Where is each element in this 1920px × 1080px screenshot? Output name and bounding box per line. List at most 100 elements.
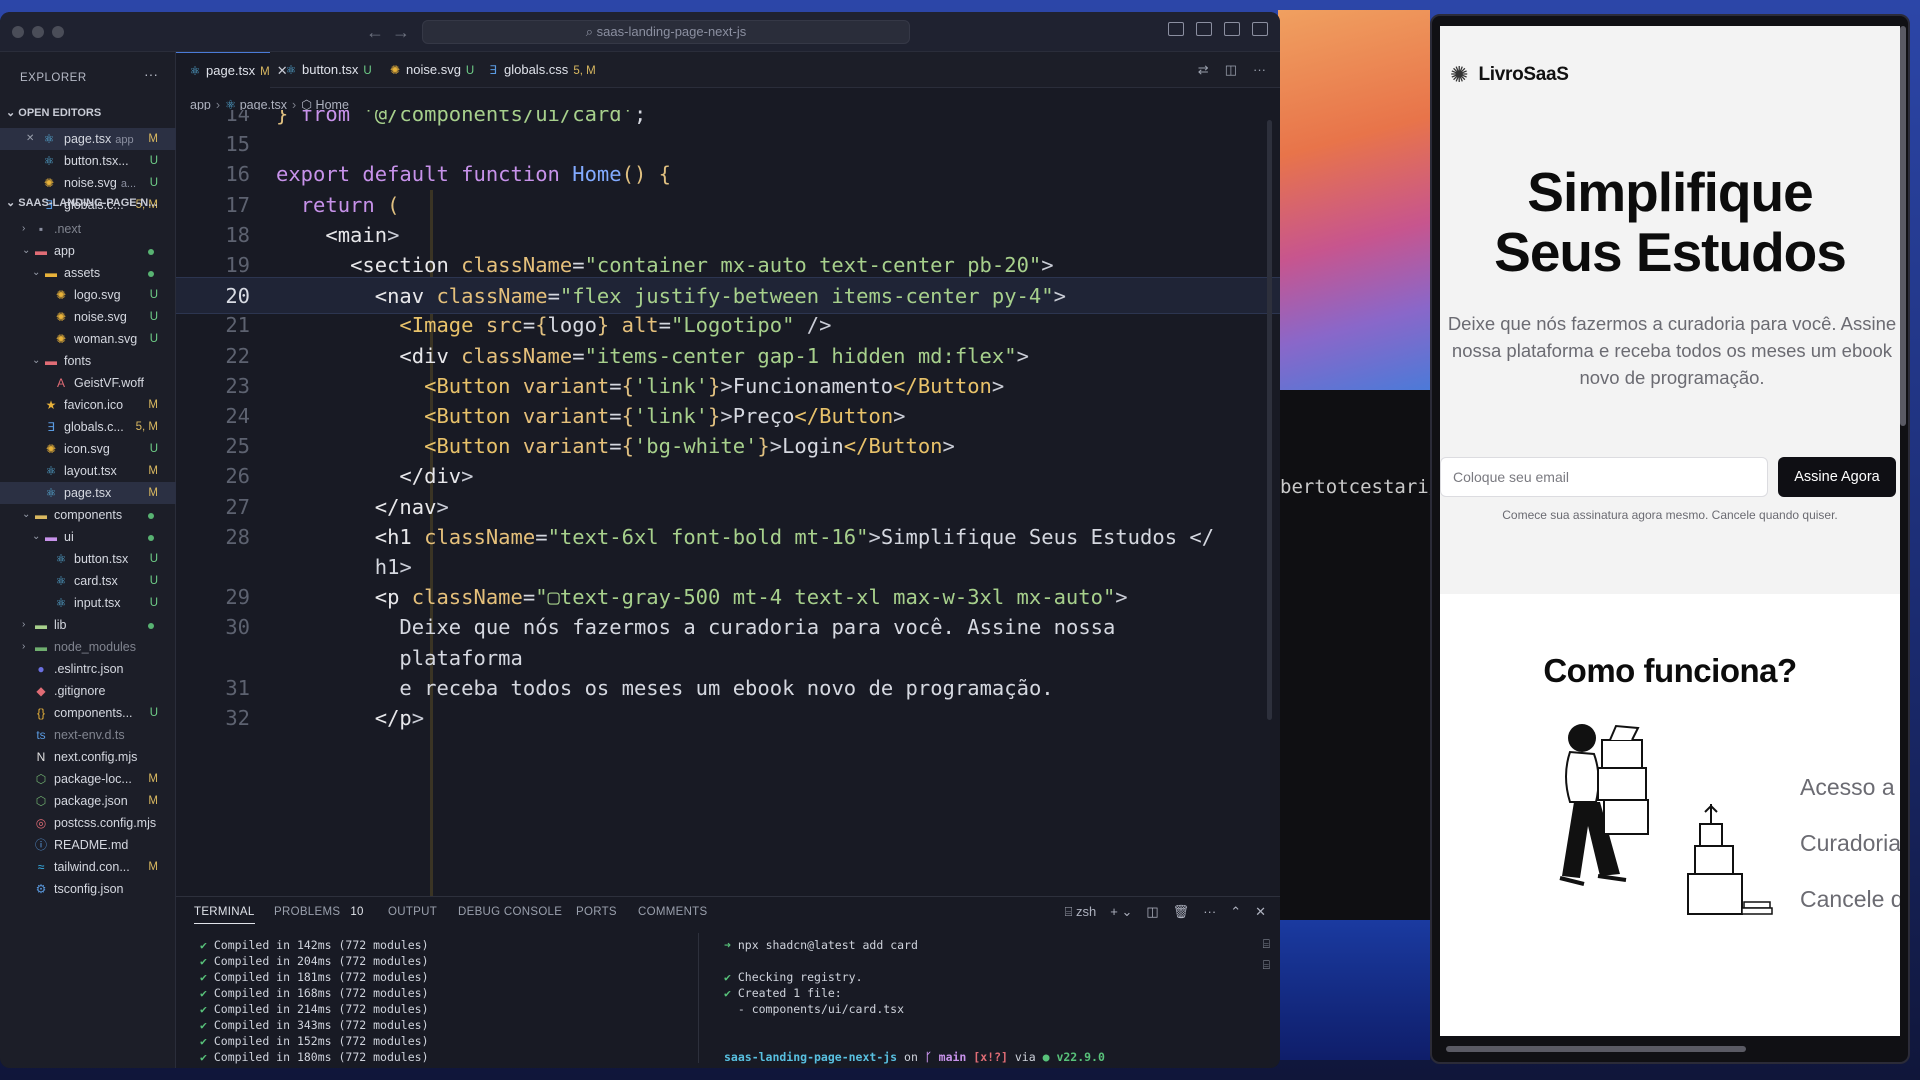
- editor-tab[interactable]: ✺ noise.svg U: [376, 52, 476, 88]
- code-line[interactable]: 32 </p>: [176, 700, 1280, 737]
- code-editor[interactable]: 14} from '@/components/ui/card'; 15 16 expo…: [176, 110, 1280, 896]
- tab-comments[interactable]: COMMENTS: [638, 906, 707, 918]
- file-icon: ✺: [55, 288, 67, 302]
- editor-scrollbar[interactable]: [1267, 120, 1272, 720]
- more-actions-icon[interactable]: ···: [144, 66, 158, 82]
- more-tab-actions-icon[interactable]: ···: [1253, 62, 1266, 78]
- file-item[interactable]: {} components... U: [0, 702, 176, 724]
- toggle-secondary-sidebar-icon[interactable]: [1224, 22, 1240, 36]
- browser-vertical-scrollbar[interactable]: [1900, 26, 1906, 426]
- folder-item[interactable]: ⌄ ▬ fonts: [0, 350, 176, 372]
- file-item[interactable]: ⚛ input.tsx U: [0, 592, 176, 614]
- chevron-down-icon: ⌄: [32, 267, 41, 278]
- file-item[interactable]: ● .eslintrc.json: [0, 658, 176, 680]
- file-item[interactable]: ◆ .gitignore: [0, 680, 176, 702]
- editor-tab[interactable]: ∃ globals.css 5, M: [474, 52, 604, 88]
- file-icon: ⬡: [35, 772, 47, 786]
- editor-tab[interactable]: ⚛ button.tsx U: [272, 52, 372, 88]
- terminal-instance-icon[interactable]: ⌸: [1263, 958, 1270, 973]
- folder-item[interactable]: ⌄ ▬ ui: [0, 526, 176, 548]
- compare-changes-icon[interactable]: ⇄: [1198, 62, 1209, 78]
- logo[interactable]: ✺ LivroSaaS: [1450, 62, 1569, 88]
- open-editor-item[interactable]: ✺ noise.svg a... U: [0, 172, 176, 194]
- tab-debug-console[interactable]: DEBUG CONSOLE: [458, 906, 562, 918]
- terminal-instance-icon[interactable]: ⌸: [1263, 937, 1270, 952]
- folder-item[interactable]: › ▬ node_modules: [0, 636, 176, 658]
- file-name: logo.svg: [74, 288, 121, 302]
- file-item[interactable]: ⚛ page.tsx M: [0, 482, 176, 504]
- toggle-sidebar-icon[interactable]: [1168, 22, 1184, 36]
- file-item[interactable]: ∃ globals.c... 5, M: [0, 416, 176, 438]
- subscribe-button[interactable]: Assine Agora: [1778, 457, 1896, 497]
- file-item[interactable]: ✺ noise.svg U: [0, 306, 176, 328]
- tab-ports[interactable]: PORTS: [576, 906, 617, 918]
- tab-terminal[interactable]: TERMINAL: [194, 906, 255, 924]
- close-window-button[interactable]: [12, 26, 24, 38]
- file-icon: ∃: [489, 63, 497, 77]
- folder-item[interactable]: ⌄ ▬ app: [0, 240, 176, 262]
- folder-item[interactable]: › ▪ .next: [0, 218, 176, 240]
- file-item[interactable]: ✺ icon.svg U: [0, 438, 176, 460]
- hero-section: ✺ LivroSaaS Simplifique Seus Estudos Dei…: [1440, 26, 1900, 594]
- open-editor-item[interactable]: ✕ ⚛ page.tsx app M: [0, 128, 176, 150]
- file-name: icon.svg: [64, 442, 110, 456]
- maximize-window-button[interactable]: [52, 26, 64, 38]
- split-terminal-icon[interactable]: ◫: [1146, 904, 1158, 920]
- minimize-window-button[interactable]: [32, 26, 44, 38]
- section-title: Como funciona?: [1543, 652, 1797, 689]
- file-item[interactable]: ◎ postcss.config.mjs: [0, 812, 176, 834]
- close-icon[interactable]: ✕: [26, 128, 36, 150]
- file-item[interactable]: ⚛ card.tsx U: [0, 570, 176, 592]
- folder-item[interactable]: › ▬ lib: [0, 614, 176, 636]
- compiled-line: ✔ Compiled in 142ms (772 modules): [200, 938, 429, 952]
- split-editor-icon[interactable]: ◫: [1225, 62, 1237, 78]
- file-item[interactable]: ✺ logo.svg U: [0, 284, 176, 306]
- open-editor-item[interactable]: ⚛ button.tsx... U: [0, 150, 176, 172]
- more-icon[interactable]: ···: [1203, 904, 1216, 920]
- tab-output[interactable]: OUTPUT: [388, 906, 437, 918]
- email-field[interactable]: [1440, 457, 1768, 497]
- file-item[interactable]: ⚛ layout.tsx M: [0, 460, 176, 482]
- terminal-output-left[interactable]: ✔ Compiled in 142ms (772 modules) ✔ Compi…: [200, 937, 429, 1068]
- explorer-sidebar: EXPLORER ··· ⌄ OPEN EDITORS ✕ ⚛ page.tsx ap…: [0, 52, 176, 1068]
- file-item[interactable]: A GeistVF.woff: [0, 372, 176, 394]
- file-item[interactable]: ⬡ package-loc... M: [0, 768, 176, 790]
- title-bar: ← → ⌕ saas-landing-page-next-js: [0, 12, 1280, 52]
- file-item[interactable]: ≈ tailwind.con... M: [0, 856, 176, 878]
- file-item[interactable]: ⚛ button.tsx U: [0, 548, 176, 570]
- terminal-output-right[interactable]: ➜ npx shadcn@latest add card ✔ Checking …: [724, 937, 1105, 1068]
- folder-item[interactable]: ⌄ ▬ components: [0, 504, 176, 526]
- maximize-panel-icon[interactable]: ⌃: [1230, 904, 1241, 920]
- back-arrow-icon[interactable]: ←: [366, 22, 384, 43]
- line-number: 32: [225, 706, 250, 730]
- prompt-branch: ᚴ main: [924, 1050, 967, 1064]
- file-name: assets: [64, 266, 101, 280]
- file-icon: ⚛: [43, 154, 55, 168]
- command-center-search[interactable]: ⌕ saas-landing-page-next-js: [422, 20, 910, 44]
- file-item[interactable]: ★ favicon.ico M: [0, 394, 176, 416]
- tab-problems[interactable]: PROBLEMS 10: [274, 906, 364, 918]
- folder-item[interactable]: ⌄ ▬ assets: [0, 262, 176, 284]
- toggle-panel-icon[interactable]: [1196, 22, 1212, 36]
- file-item[interactable]: ⚙ tsconfig.json: [0, 878, 176, 900]
- new-terminal-icon[interactable]: + ⌄: [1110, 904, 1132, 920]
- file-item[interactable]: ts next-env.d.ts: [0, 724, 176, 746]
- browser-horizontal-scrollbar[interactable]: [1446, 1046, 1746, 1052]
- file-item[interactable]: ⬡ package.json M: [0, 790, 176, 812]
- customize-layout-icon[interactable]: [1252, 22, 1268, 36]
- file-item[interactable]: ⓘ README.md: [0, 834, 176, 856]
- folder-icon: ▬: [45, 530, 57, 544]
- bottom-panel: TERMINAL PROBLEMS 10 OUTPUT DEBUG CONSOLE…: [176, 896, 1280, 1068]
- project-header[interactable]: ⌄ SAAS-LANDING-PAGE-N...: [6, 196, 157, 209]
- open-editors-header[interactable]: ⌄ OPEN EDITORS: [6, 106, 101, 119]
- forward-arrow-icon[interactable]: →: [392, 22, 410, 43]
- file-item[interactable]: Nnext.config.mjs: [0, 746, 176, 768]
- editor-tab[interactable]: ⚛ page.tsx M ✕: [176, 52, 288, 88]
- file-item[interactable]: ✺ woman.svg U: [0, 328, 176, 350]
- close-panel-icon[interactable]: ✕: [1255, 904, 1266, 920]
- git-status: M: [148, 861, 158, 873]
- kill-terminal-icon[interactable]: 🗑: [1173, 904, 1190, 920]
- folder-icon: ▬: [35, 508, 47, 522]
- terminal-shell-label[interactable]: ⌸ zsh: [1065, 904, 1097, 920]
- folder-icon: ▬: [45, 266, 57, 280]
